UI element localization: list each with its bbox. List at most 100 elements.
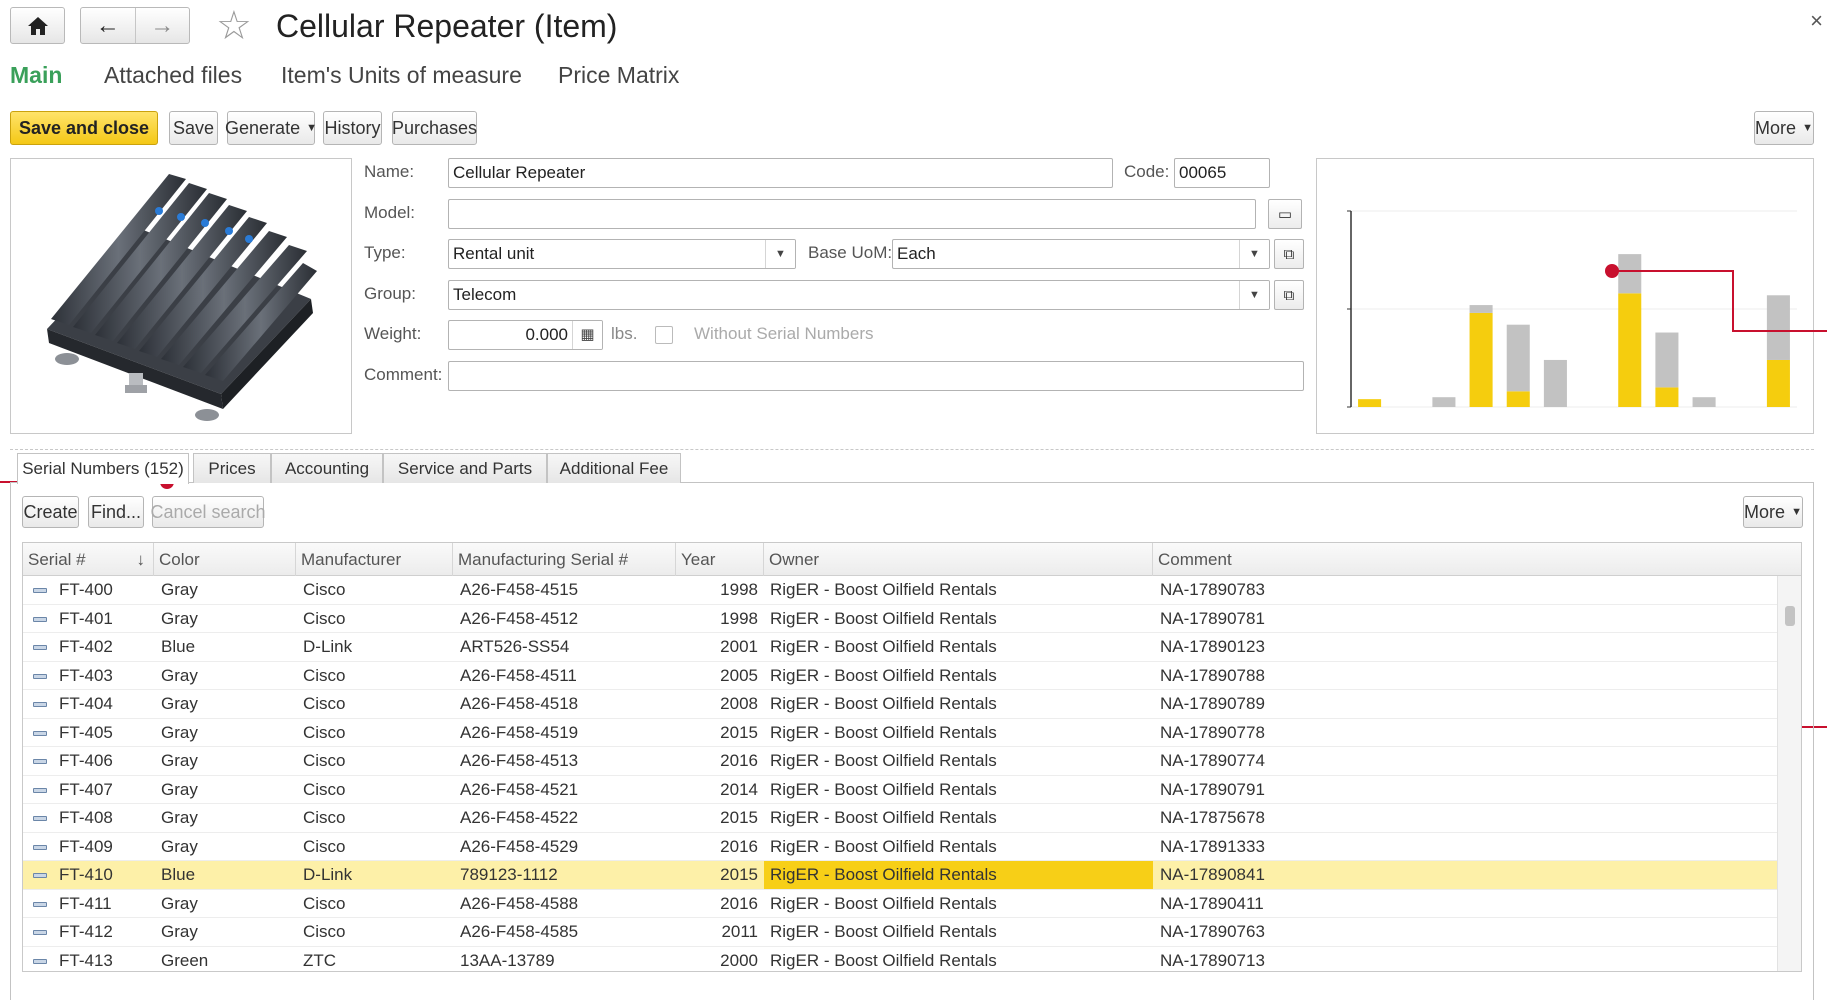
tab-service-and-parts[interactable]: Service and Parts [383,453,547,483]
more-button[interactable]: More ▼ [1754,111,1814,145]
cell-manufacturer: Cisco [303,694,346,713]
cell-manufacturer: Cisco [303,808,346,827]
tab-prices[interactable]: Prices [193,453,271,483]
back-button[interactable]: ← [81,8,135,43]
chevron-down-icon[interactable]: ▼ [1239,281,1269,309]
table-row[interactable]: FT-401 Gray Cisco A26-F458-4512 1998 RigER - … [23,605,1777,633]
tab-attached-files[interactable]: Attached files [104,60,242,90]
cell-serial: FT-412 [59,922,113,941]
table-scrollbar[interactable] [1777,576,1801,971]
cell-owner: RigER - Boost Oilfield Rentals [770,637,997,656]
caret-down-icon: ▼ [1791,506,1802,518]
table-row[interactable]: FT-407 Gray Cisco A26-F458-4521 2014 RigER - … [23,776,1777,804]
cell-owner: RigER - Boost Oilfield Rentals [770,580,997,599]
home-button[interactable] [10,7,65,44]
comment-field[interactable] [448,361,1304,391]
column-header-serial[interactable]: Serial # ↓ [23,543,154,576]
base-uom-open-button[interactable]: ⧉ [1274,239,1304,269]
item-image[interactable] [10,158,352,434]
tab-accounting[interactable]: Accounting [271,453,383,483]
item-icon [33,645,47,650]
column-header-manufacturer[interactable]: Manufacturer [296,543,453,576]
table-row[interactable]: FT-404 Gray Cisco A26-F458-4518 2008 RigER - … [23,690,1777,719]
table-row[interactable]: FT-412 Gray Cisco A26-F458-4585 2011 RigER - … [23,918,1777,947]
table-row[interactable]: FT-408 Gray Cisco A26-F458-4522 2015 RigER - … [23,804,1777,833]
cell-color: Gray [161,722,198,742]
save-button[interactable]: Save [169,111,218,145]
column-header-year[interactable]: Year [676,543,764,576]
type-select[interactable]: Rental unit ▼ [448,239,796,269]
cell-color: Gray [161,922,198,941]
base-uom-label: Base UoM: [808,243,893,262]
tab-serial-numbers[interactable]: Serial Numbers (152) [17,453,189,484]
calculator-icon[interactable]: ▦ [572,321,602,349]
code-field[interactable]: 00065 [1174,158,1270,188]
name-field[interactable]: Cellular Repeater [448,158,1113,188]
tab-units-of-measure[interactable]: Item's Units of measure [281,60,522,90]
cell-color: Blue [161,637,196,656]
cancel-search-button[interactable]: Cancel search [150,496,266,528]
cell-serial: FT-402 [59,637,113,656]
chevron-down-icon[interactable]: ▼ [1239,240,1269,268]
without-serials-checkbox[interactable] [655,326,673,344]
column-header-comment[interactable]: Comment [1153,543,1801,576]
chart-bar [1432,397,1456,407]
tab-price-matrix[interactable]: Price Matrix [558,60,679,90]
annotation-line [1612,270,1734,272]
name-label: Name: [364,162,415,181]
cell-serial: FT-404 [59,694,113,713]
save-and-close-button[interactable]: Save and close [10,111,158,145]
table-row[interactable]: FT-410 Blue D-Link 789123-1112 2015 RigER - B… [23,861,1777,890]
list-more-button[interactable]: More ▼ [1743,496,1803,528]
forward-button[interactable]: → [134,8,190,43]
tab-main[interactable]: Main [10,60,62,90]
cell-comment: NA-17890713 [1160,950,1265,970]
table-row[interactable]: FT-406 Gray Cisco A26-F458-4513 2016 RigER - … [23,747,1777,776]
table-row[interactable]: FT-405 Gray Cisco A26-F458-4519 2015 RigER - … [23,719,1777,747]
purchases-button[interactable]: Purchases [392,111,477,145]
cell-mfg-serial: A26-F458-4585 [460,922,579,941]
cell-mfg-serial: A26-F458-4529 [460,836,579,856]
cell-serial: FT-410 [59,865,113,884]
history-button[interactable]: History [323,111,382,145]
cell-mfg-serial: A26-F458-4512 [460,608,579,628]
generate-button[interactable]: Generate ▼ [225,111,317,145]
column-header-owner[interactable]: Owner [764,543,1153,576]
table-row[interactable]: FT-409 Gray Cisco A26-F458-4529 2016 RigER - … [23,833,1777,861]
cell-color: Gray [161,580,198,599]
cell-serial: FT-403 [59,665,113,685]
cell-serial: FT-411 [59,893,112,913]
weight-unit: lbs. [611,324,638,343]
table-row[interactable]: FT-403 Gray Cisco A26-F458-4511 2005 RigER - … [23,662,1777,690]
table-row[interactable]: FT-411 Gray Cisco A26-F458-4588 2016 RigER - … [23,890,1777,918]
column-header-color[interactable]: Color [154,543,296,576]
table-row[interactable]: FT-413 Green ZTC 13AA-13789 2000 RigER - Boos… [23,947,1777,972]
table-row[interactable]: FT-400 Gray Cisco A26-F458-4515 1998 RigER - … [23,576,1777,605]
tab-additional-fee[interactable]: Additional Fee [547,453,681,483]
scrollbar-thumb[interactable] [1785,606,1795,626]
chart-bar [1618,254,1642,294]
cell-year: 1998 [720,608,758,628]
cell-owner: RigER - Boost Oilfield Rentals [770,608,997,628]
chevron-down-icon[interactable]: ▼ [765,240,795,268]
group-value: Telecom [453,285,517,304]
column-header-mfg-serial[interactable]: Manufacturing Serial # [453,543,676,576]
find-button[interactable]: Find... [88,496,144,528]
cell-color: Gray [161,665,198,685]
create-button[interactable]: Create [22,496,79,528]
chart-bar [1469,305,1493,313]
chart-bar [1766,359,1790,407]
weight-field[interactable]: 0.000 ▦ [448,320,603,350]
group-select[interactable]: Telecom ▼ [448,280,1270,310]
cell-manufacturer: Cisco [303,665,346,685]
star-icon[interactable]: ☆ [216,4,252,48]
table-row[interactable]: FT-402 Blue D-Link ART526-SS54 2001 RigER - B… [23,633,1777,662]
model-field[interactable] [448,199,1256,229]
model-picker-button[interactable]: ▭ [1268,199,1302,229]
cell-comment: NA-17890774 [1160,751,1265,770]
cell-manufacturer: Cisco [303,779,346,799]
base-uom-select[interactable]: Each ▼ [892,239,1270,269]
close-icon[interactable]: × [1810,8,1823,34]
cell-color: Green [161,950,209,970]
group-open-button[interactable]: ⧉ [1274,280,1304,310]
